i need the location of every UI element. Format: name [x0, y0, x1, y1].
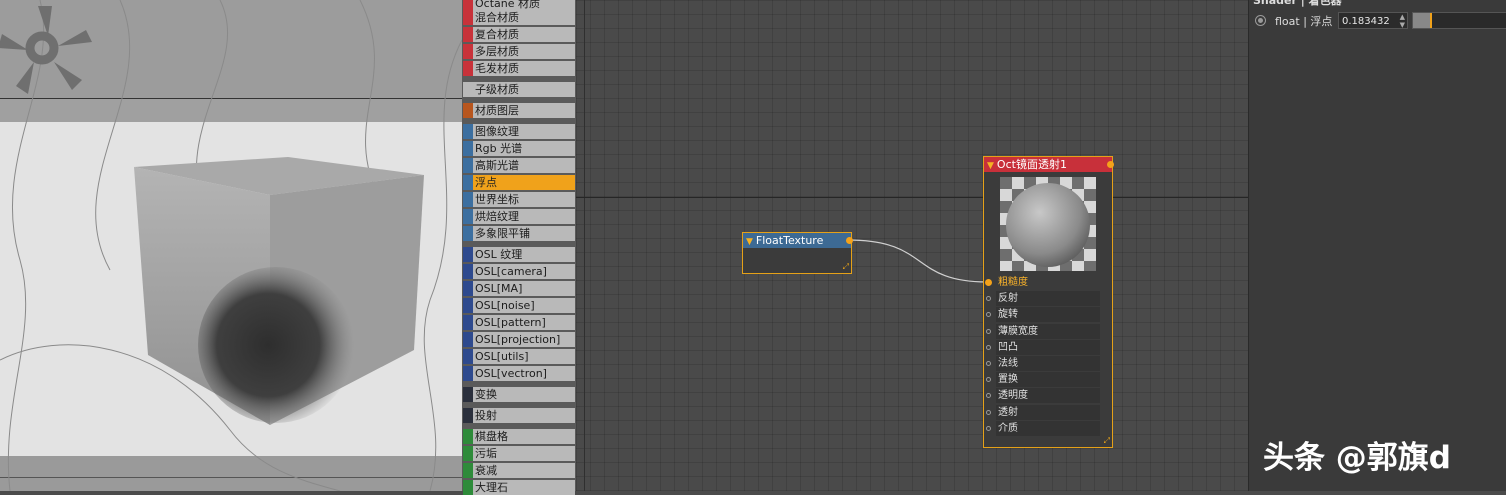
input-socket[interactable]: 旋转 — [984, 307, 1102, 323]
input-socket[interactable]: 粗糙度 — [984, 275, 1102, 291]
slider-fill — [1413, 13, 1430, 28]
spinner-arrows-icon[interactable]: ▲ ▼ — [1400, 13, 1405, 29]
slider-handle[interactable] — [1430, 13, 1432, 28]
socket-port-icon[interactable] — [986, 425, 991, 431]
oct-node-header[interactable]: ▼ Oct镜面透射1 — [984, 157, 1114, 172]
socket-label: 透明度 — [996, 388, 1100, 404]
parameter-radio-icon[interactable] — [1255, 15, 1266, 26]
watermark-text: 头条 @郭旗d — [1263, 440, 1451, 476]
float-value-text: 0.183432 — [1342, 16, 1390, 27]
oct-node-title: Oct镜面透射1 — [996, 158, 1067, 171]
panel-title: Shader | 着色器 — [1253, 0, 1342, 7]
socket-label: 介质 — [996, 420, 1100, 436]
resize-handle-icon[interactable]: ⤢ — [1104, 437, 1110, 445]
shader-properties-panel: Shader | 着色器 float | 浮点 0.183432 ▲ ▼ 头条 @… — [1248, 0, 1506, 491]
float-node-title: FloatTexture — [755, 234, 824, 247]
oct-specular-node[interactable]: ▼ Oct镜面透射1 粗糙度反射 旋转 薄膜宽度 凹凸 法线 置换 透明度 透射 介质 ⤢ — [983, 156, 1114, 448]
float-parameter-label: float | 浮点 — [1275, 15, 1333, 28]
socket-label: 旋转 — [996, 307, 1100, 323]
material-preview-thumbnail — [1000, 177, 1096, 271]
socket-label: 透射 — [996, 404, 1100, 420]
input-socket[interactable]: 介质 — [984, 420, 1102, 437]
input-socket[interactable]: 透明度 — [984, 388, 1102, 404]
input-socket[interactable]: 置换 — [984, 372, 1102, 388]
connection-wire — [847, 239, 988, 283]
output-port-icon[interactable] — [846, 237, 853, 244]
socket-port-icon[interactable] — [986, 377, 991, 383]
socket-label: 薄膜宽度 — [996, 323, 1100, 339]
float-value-slider[interactable] — [1412, 12, 1506, 29]
socket-port-icon[interactable] — [986, 296, 991, 302]
socket-label: 粗糙度 — [998, 277, 1028, 288]
float-node-header[interactable]: ▼ FloatTexture — [743, 233, 853, 248]
socket-port-icon[interactable] — [986, 393, 991, 399]
socket-port-icon[interactable] — [986, 361, 991, 366]
float-value-field[interactable]: 0.183432 ▲ ▼ — [1338, 12, 1408, 29]
input-socket[interactable]: 法线 — [984, 356, 1102, 372]
input-socket[interactable]: 反射 — [984, 291, 1102, 307]
socket-port-icon[interactable] — [985, 279, 992, 286]
socket-port-icon[interactable] — [986, 328, 991, 334]
socket-label: 置换 — [996, 372, 1100, 388]
float-texture-node[interactable]: ▼ FloatTexture ⤢ — [742, 232, 853, 274]
input-socket[interactable]: 薄膜宽度 — [984, 323, 1102, 340]
socket-port-icon[interactable] — [986, 344, 991, 350]
input-socket[interactable]: 凹凸 — [984, 339, 1102, 356]
socket-port-icon[interactable] — [986, 409, 991, 415]
collapse-triangle-icon[interactable]: ▼ — [746, 237, 753, 247]
socket-label: 凹凸 — [996, 339, 1100, 355]
collapse-triangle-icon[interactable]: ▼ — [987, 161, 994, 171]
socket-label: 法线 — [996, 356, 1100, 371]
output-port-icon[interactable] — [1107, 161, 1114, 168]
input-socket[interactable]: 透射 — [984, 404, 1102, 421]
socket-port-icon[interactable] — [986, 312, 991, 318]
resize-handle-icon[interactable]: ⤢ — [843, 263, 849, 271]
socket-label: 反射 — [996, 291, 1100, 307]
